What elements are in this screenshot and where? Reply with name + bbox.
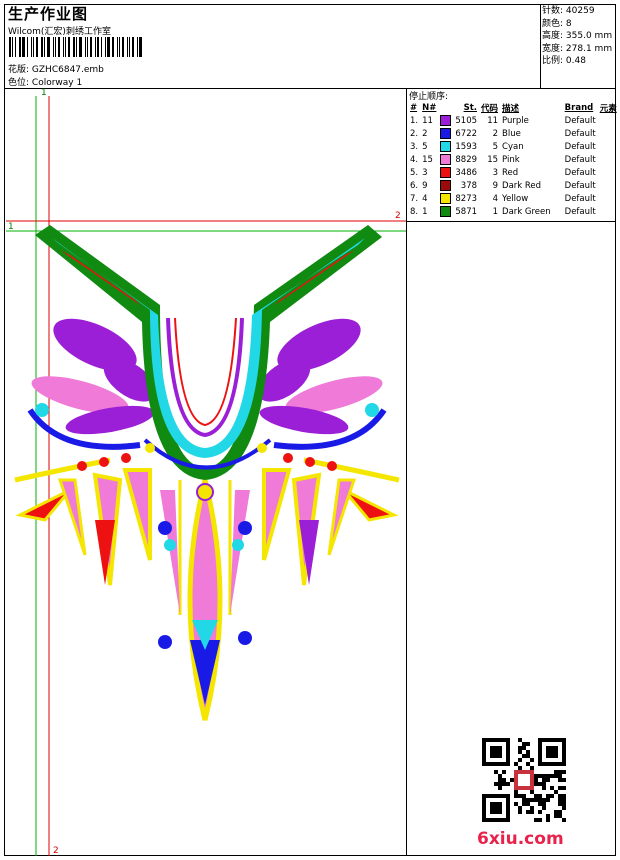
marker-2-bottom: 2	[53, 846, 59, 856]
marker-1-top: 1	[41, 88, 47, 98]
collar	[35, 225, 382, 480]
marker-1-left: 1	[8, 222, 14, 232]
embroidery-design	[6, 96, 406, 856]
watermark-site: 6xiu.com	[477, 829, 564, 849]
marker-2-right: 2	[395, 211, 401, 221]
qr-code	[482, 738, 566, 822]
